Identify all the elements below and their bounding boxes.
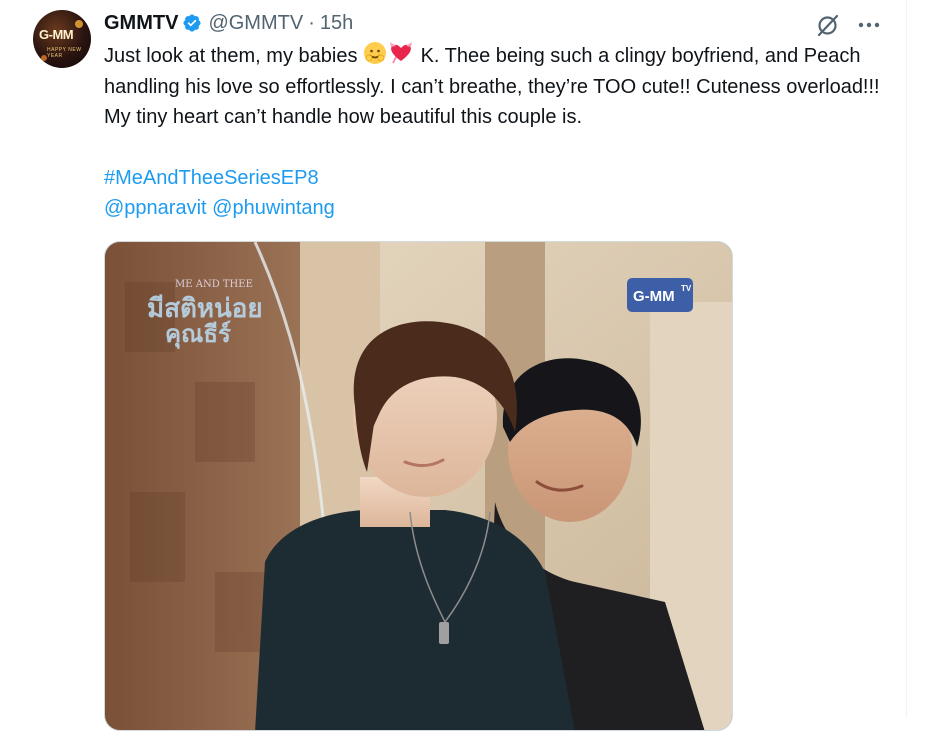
grok-icon[interactable] [815,12,841,38]
user-handle[interactable]: @GMMTV [208,12,303,35]
profile-avatar[interactable]: G-MM HAPPY NEW YEAR [33,10,91,68]
tweet-media-image[interactable]: ME AND THEE มีสติหน่อย คุณธีร์ G-MM TV [104,241,733,731]
header-separator: · [308,11,315,34]
media-title-thai-line2: คุณธีร์ [165,320,231,350]
tweet-text: Just look at them, my babies K. Thee bei… [104,41,894,133]
avatar-decoration [75,20,83,28]
more-options-icon[interactable] [858,22,880,28]
media-title-small: ME AND THEE [175,279,253,290]
verified-badge-icon[interactable] [182,13,202,33]
tweet-header: GMMTV @GMMTV · 15h [104,10,353,36]
timeline-right-border [906,0,907,718]
smiling-face-emoji [364,42,387,64]
mention-link-ppnaravit[interactable]: @ppnaravit [104,197,207,219]
mentions-line: @ppnaravit @phuwintang [104,193,335,223]
heart-with-ribbon-emoji [390,42,413,64]
tweet-timestamp[interactable]: 15h [320,12,353,35]
media-scene: ME AND THEE มีสติหน่อย คุณธีร์ G-MM TV [105,242,732,730]
hashtag-link[interactable]: #MeAndTheeSeriesEP8 [104,163,319,193]
tweet-text-part1: Just look at them, my babies [104,45,364,67]
display-name[interactable]: GMMTV [104,12,178,35]
gmmtv-watermark: G-MM TV [627,278,693,312]
watermark-tv: TV [681,284,692,293]
watermark-text: G-MM [633,288,675,305]
mention-link-phuwintang[interactable]: @phuwintang [212,197,335,219]
avatar-sub-text: HAPPY NEW YEAR [47,47,82,59]
avatar-logo-text: G-MM [39,27,74,42]
